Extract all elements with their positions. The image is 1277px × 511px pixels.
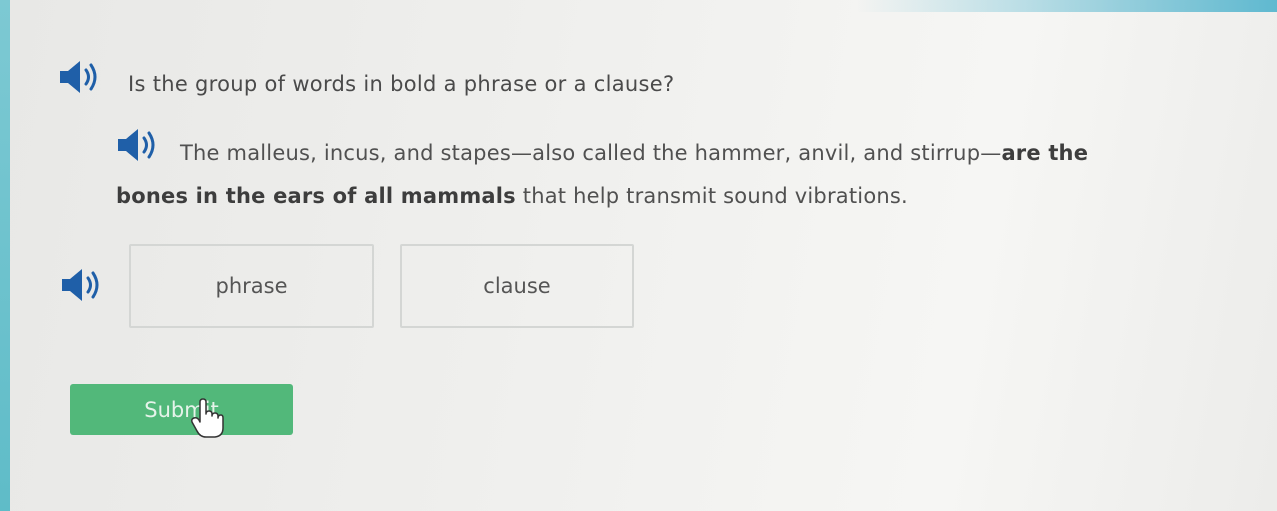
passage-line-1: The malleus, incus, and stapes—also call… [180,141,1088,165]
passage-line-2: bones in the ears of all mammals that he… [116,184,908,208]
option-label: phrase [215,274,288,298]
speaker-icon[interactable] [58,58,104,96]
passage-normal-text: that help transmit sound vibrations. [515,184,908,208]
speaker-icon[interactable] [116,126,162,164]
passage-bold-text: bones in the ears of all mammals [116,184,516,208]
question-text: Is the group of words in bold a phrase o… [128,72,675,96]
top-accent-bar [857,0,1277,12]
option-label: clause [483,274,551,298]
hand-cursor-icon [191,398,224,438]
passage-normal-text: The malleus, incus, and stapes—also call… [180,141,1002,165]
left-accent-bar [0,0,10,511]
passage-bold-text: are the [1001,141,1089,165]
submit-button[interactable]: Submit [70,384,293,435]
option-clause-button[interactable]: clause [400,244,634,328]
option-phrase-button[interactable]: phrase [129,244,374,328]
speaker-icon[interactable] [60,266,106,304]
